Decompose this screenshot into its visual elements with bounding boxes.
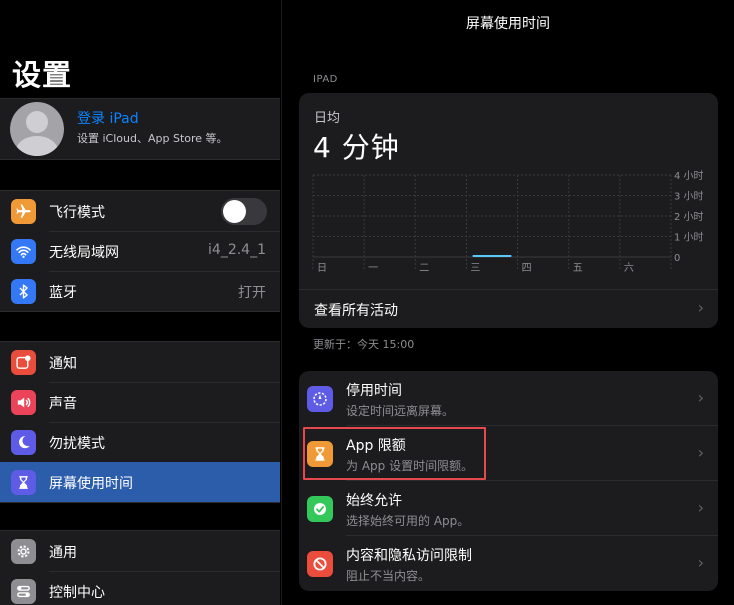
sidebar-item-label: 无线局域网 — [49, 245, 119, 261]
downtime-row[interactable]: 停用时间 设定时间远离屏幕。 › — [299, 371, 718, 426]
updated-timestamp: 更新于：今天 15:00 — [313, 338, 415, 351]
x-tick-label: 日 — [317, 263, 327, 274]
device-section-label: IPAD — [313, 74, 338, 85]
speaker-icon — [11, 390, 36, 415]
x-tick-label: 一 — [368, 263, 378, 274]
settings-sidebar: 设置 登录 iPad 设置 iCloud、App Store 等。 飞行模式 无… — [0, 0, 280, 605]
always-allowed-subtitle: 选择始终可用的 App。 — [346, 514, 470, 528]
sidebar-item-airplane-mode[interactable]: 飞行模式 — [0, 191, 280, 231]
x-tick-label: 四 — [522, 263, 532, 274]
wifi-network-value: i4_2.4_1 — [208, 242, 266, 258]
gear-icon — [11, 539, 36, 564]
wifi-icon — [11, 239, 36, 264]
screen-time-options: 停用时间 设定时间远离屏幕。 › App 限额 为 App 设置时间限额。 › … — [299, 371, 718, 591]
chevron-right-icon: › — [697, 443, 704, 462]
downtime-icon — [307, 386, 333, 412]
signin-subtitle: 设置 iCloud、App Store 等。 — [77, 132, 228, 145]
y-tick-label: 3 小时 — [674, 191, 704, 203]
sidebar-item-label: 屏幕使用时间 — [49, 476, 133, 492]
airplane-mode-toggle[interactable] — [221, 198, 267, 225]
y-tick-label: 2 小时 — [674, 211, 704, 223]
chevron-right-icon: › — [697, 388, 704, 407]
avatar — [10, 102, 64, 156]
y-tick-label: 0 — [674, 253, 680, 264]
y-tick-label: 1 小时 — [674, 232, 704, 244]
page-title: 屏幕使用时间 — [466, 16, 550, 32]
x-tick-label: 三 — [470, 263, 480, 274]
restriction-icon — [307, 551, 333, 577]
hourglass-icon — [11, 470, 36, 495]
content-privacy-row[interactable]: 内容和隐私访问限制 阻止不当内容。 › — [299, 536, 718, 591]
sidebar-item-label: 飞行模式 — [49, 205, 105, 221]
sidebar-item-label: 声音 — [49, 396, 77, 412]
sidebar-item-control-center[interactable]: 控制中心 — [0, 571, 280, 605]
bluetooth-status-value: 打开 — [238, 285, 266, 301]
notification-icon — [11, 350, 36, 375]
sidebar-item-do-not-disturb[interactable]: 勿扰模式 — [0, 422, 280, 462]
content-privacy-subtitle: 阻止不当内容。 — [346, 569, 431, 583]
y-tick-label: 4 小时 — [674, 170, 704, 182]
always-allowed-row[interactable]: 始终允许 选择始终可用的 App。 › — [299, 481, 718, 536]
sidebar-item-notifications[interactable]: 通知 — [0, 342, 280, 382]
sidebar-item-label: 通知 — [49, 356, 77, 372]
sidebar-group-system: 通用 控制中心 — [0, 530, 280, 605]
see-all-activity-row[interactable]: 查看所有活动 › — [299, 289, 718, 328]
sidebar-item-general[interactable]: 通用 — [0, 531, 280, 571]
sidebar-item-label: 控制中心 — [49, 585, 105, 601]
control-center-icon — [11, 579, 36, 604]
app-limits-highlight-box — [303, 427, 486, 480]
sidebar-item-bluetooth[interactable]: 蓝牙 打开 — [0, 271, 280, 311]
sidebar-item-label: 勿扰模式 — [49, 436, 105, 452]
chart-bar — [472, 255, 512, 257]
chevron-right-icon: › — [697, 553, 704, 572]
screen-time-panel: 屏幕使用时间 IPAD 日均 4 分钟 4 小时 3 小时 2 小时 1 小时 0 日一二… — [281, 0, 734, 605]
x-tick-label: 五 — [573, 263, 583, 274]
checkmark-badge-icon — [307, 496, 333, 522]
sidebar-group-connectivity: 飞行模式 无线局域网 i4_2.4_1 蓝牙 打开 — [0, 190, 280, 312]
downtime-subtitle: 设定时间远离屏幕。 — [346, 404, 455, 418]
downtime-title: 停用时间 — [346, 383, 402, 399]
sidebar-item-label: 通用 — [49, 545, 77, 561]
bluetooth-icon — [11, 279, 36, 304]
x-tick-label: 二 — [419, 263, 429, 274]
x-tick-label: 六 — [624, 262, 634, 274]
sidebar-item-wifi[interactable]: 无线局域网 i4_2.4_1 — [0, 231, 280, 271]
usage-summary-card[interactable]: 日均 4 分钟 4 小时 3 小时 2 小时 1 小时 0 日一二三四五六 查看所有活动 … — [299, 93, 718, 328]
weekly-usage-chart: 4 小时 3 小时 2 小时 1 小时 0 日 一 二 三 四 五 六 — [312, 170, 704, 274]
sidebar-item-screen-time[interactable]: 屏幕使用时间 — [0, 462, 280, 502]
sidebar-item-label: 蓝牙 — [49, 285, 77, 301]
content-privacy-title: 内容和隐私访问限制 — [346, 548, 472, 564]
signin-label: 登录 iPad — [77, 111, 139, 127]
chevron-right-icon: › — [697, 498, 704, 517]
moon-icon — [11, 430, 36, 455]
always-allowed-title: 始终允许 — [346, 493, 402, 509]
sidebar-item-sounds[interactable]: 声音 — [0, 382, 280, 422]
airplane-icon — [11, 199, 36, 224]
profile-signin[interactable]: 登录 iPad 设置 iCloud、App Store 等。 — [0, 98, 280, 160]
sidebar-title: 设置 — [12, 58, 73, 92]
see-all-activity-label: 查看所有活动 — [314, 303, 398, 319]
sidebar-group-attention: 通知 声音 勿扰模式 屏幕使用时间 — [0, 341, 280, 503]
chevron-right-icon: › — [697, 298, 704, 317]
